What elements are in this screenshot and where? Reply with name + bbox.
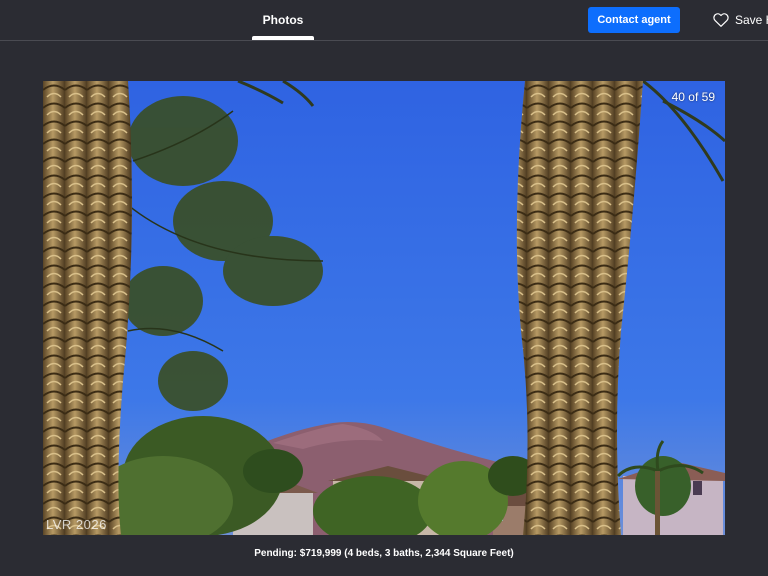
tab-photos[interactable]: Photos [252,0,314,40]
listing-photo[interactable]: 40 of 59 LVR 2026 [43,81,725,535]
listing-caption: Pending: $719,999 (4 beds, 3 baths, 2,34… [254,548,514,559]
photo-watermark: LVR 2026 [46,517,107,532]
contact-agent-button[interactable]: Contact agent [588,7,680,33]
tab-active-indicator [252,36,314,40]
top-bar: Photos Contact agent Save H [0,0,768,41]
save-home-label: Save H [735,13,768,27]
photo-image [43,81,725,535]
heart-icon [713,13,729,27]
photo-counter: 40 of 59 [671,90,715,104]
save-home-button[interactable]: Save H [713,10,768,30]
